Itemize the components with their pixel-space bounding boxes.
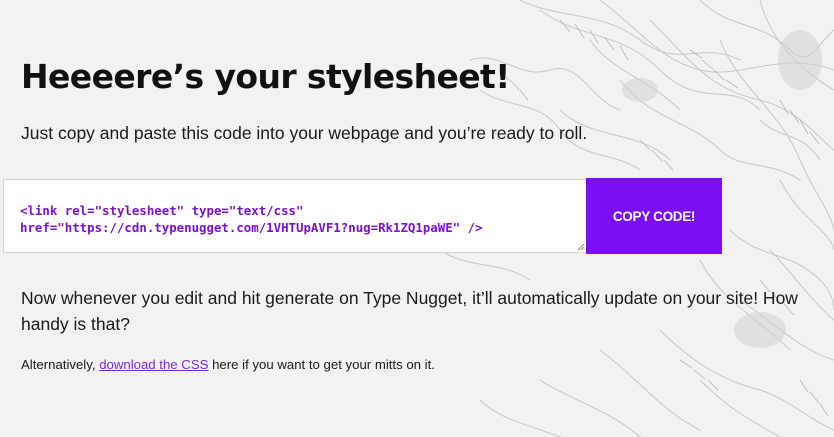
update-note: Now whenever you edit and hit generate o… [21,288,798,334]
intro-text: Just copy and paste this code into your … [21,123,588,143]
alternative-note: Alternatively, download the CSS here if … [21,356,435,374]
code-line-2: href="https://cdn.typenugget.com/1VHTUpA… [20,220,483,235]
resize-grip-icon[interactable] [575,241,585,251]
embed-code-textarea[interactable]: <link rel="stylesheet" type="text/css" h… [3,179,587,253]
download-css-link[interactable]: download the CSS [99,357,208,372]
code-row: <link rel="stylesheet" type="text/css" h… [0,178,722,254]
copy-code-button[interactable]: COPY CODE! [586,178,722,254]
stylesheet-panel: Heeeere’s your stylesheet! Just copy and… [0,0,834,437]
page-title: Heeeere’s your stylesheet! [21,57,510,96]
code-line-1: <link rel="stylesheet" type="text/css" [20,203,304,218]
alternative-prefix: Alternatively, [21,357,100,372]
alternative-suffix: here if you want to get your mitts on it… [208,357,435,372]
